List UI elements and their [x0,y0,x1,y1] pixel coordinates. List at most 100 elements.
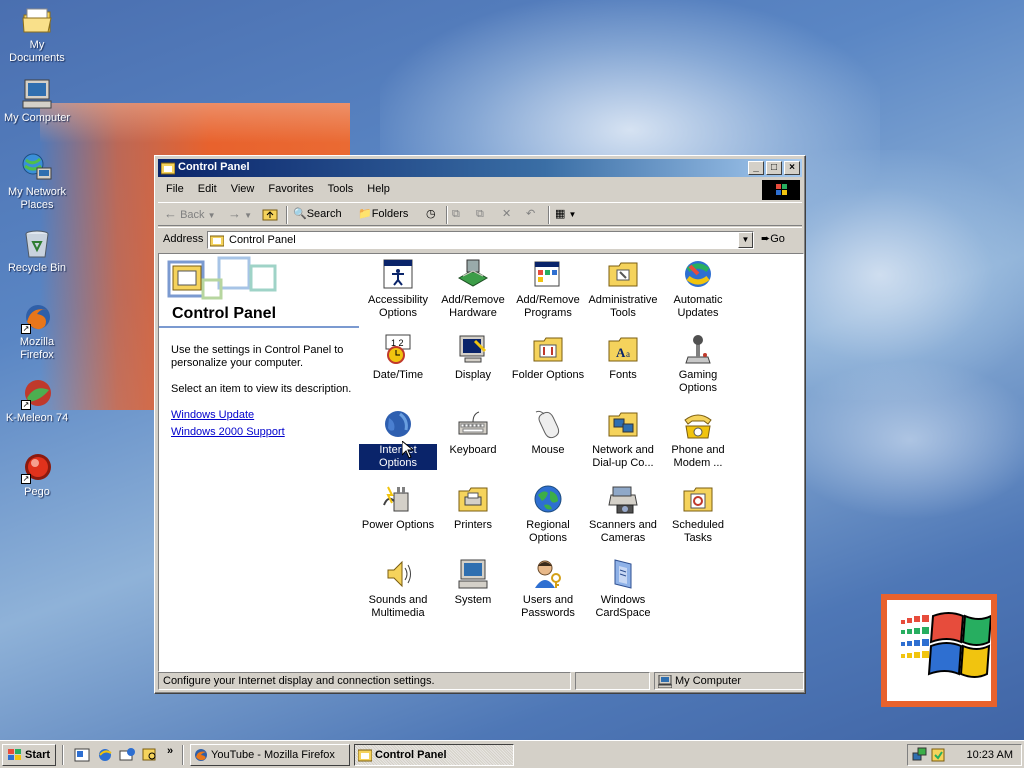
printers-folder-icon [457,483,489,515]
cp-item-windows-cardspace[interactable]: Windows CardSpace [584,558,662,620]
desktop-icon-pego[interactable]: ↗ Pego [0,452,74,499]
fonts-folder-icon: Aa [607,333,639,365]
taskbar-button-control-panel[interactable]: Control Panel [354,744,514,766]
status-bar: Configure your Internet display and conn… [158,672,804,690]
cp-item-system[interactable]: System [434,558,512,607]
desktop-icon-my-computer[interactable]: My Computer [0,78,74,125]
svg-text:a: a [626,349,630,359]
taskbar-button-firefox[interactable]: YouTube - Mozilla Firefox [190,744,350,766]
control-panel-window[interactable]: Control Panel _ □ × File Edit View Favorite… [154,155,806,694]
back-arrow-icon: ← [164,206,177,221]
keyboard-icon [457,408,489,440]
power-plug-icon [382,483,414,515]
internet-explorer-icon[interactable] [97,747,113,763]
go-button[interactable]: ➨Go [761,232,785,245]
back-button[interactable]: ← Back ▼ [164,206,216,224]
delete-button[interactable]: ✕ [502,206,511,224]
cp-item-administrative-tools[interactable]: Administrative Tools [584,258,662,320]
undo-icon: ↶ [526,208,536,220]
computer-icon [21,78,53,110]
status-panel-empty [575,672,650,690]
network-connection-icon[interactable] [912,747,928,763]
desktop-icon-my-network-places[interactable]: My Network Places [0,152,74,212]
cp-item-scanners-and-cameras[interactable]: Scanners and Cameras [584,483,662,545]
folders-button[interactable]: 📁Folders [358,206,408,224]
network-globe-icon [21,152,53,184]
windows-update-link[interactable]: Windows Update [171,409,254,421]
internet-globe-icon [382,408,414,440]
cardspace-icon [607,558,639,590]
windows-flag-icon [762,180,800,200]
desktop-icon-mozilla-firefox[interactable]: ↗ Mozilla Firefox [0,302,74,362]
cp-item-accessibility-options[interactable]: Accessibility Options [359,258,437,320]
desktop-icon-k-meleon[interactable]: ↗ K-Meleon 74 [0,378,74,425]
cp-item-date-time[interactable]: 1 2 Date/Time [359,333,437,382]
telephone-icon [682,408,714,440]
regional-globe-icon [532,483,564,515]
menu-favorites[interactable]: Favorites [260,180,319,195]
cp-item-printers[interactable]: Printers [434,483,512,532]
cp-item-add-remove-hardware[interactable]: Add/Remove Hardware [434,258,512,320]
clock[interactable]: 10:23 AM [967,749,1013,761]
cp-item-internet-options[interactable]: Internet Options [358,408,438,471]
history-button[interactable]: ◷ [426,206,436,224]
copy-to-icon: ⧉ [476,208,484,220]
desktop-icon-my-documents[interactable]: My Documents [0,5,74,65]
views-button[interactable]: ▦ ▼ [555,206,576,224]
move-to-button[interactable]: ⧉ [452,206,460,224]
search-button[interactable]: 🔍Search [293,206,342,224]
start-button[interactable]: Start [2,744,56,766]
cp-item-mouse[interactable]: Mouse [509,408,587,457]
cp-item-phone-and-modem[interactable]: Phone and Modem ... [659,408,737,470]
scheduled-tasks-folder-icon [682,483,714,515]
menu-edit[interactable]: Edit [190,180,223,195]
windows-2000-support-link[interactable]: Windows 2000 Support [171,426,285,438]
windows-flag-icon [8,749,21,760]
network-folder-icon [607,408,639,440]
explorer-search-icon[interactable] [142,747,158,763]
cp-item-add-remove-programs[interactable]: Add/Remove Programs [509,258,587,320]
cp-item-scheduled-tasks[interactable]: Scheduled Tasks [659,483,737,545]
title-bar[interactable]: Control Panel _ □ × [158,159,802,177]
folder-icon [21,5,53,37]
minimize-button[interactable]: _ [748,161,764,175]
left-info-pane: Control Panel Use the settings in Contro… [159,254,359,671]
folders-icon: 📁 [358,208,372,220]
cp-item-sounds-and-multimedia[interactable]: Sounds and Multimedia [359,558,437,620]
menu-help[interactable]: Help [359,180,396,195]
address-field[interactable]: Control Panel ▼ [207,231,754,249]
cp-item-users-and-passwords[interactable]: Users and Passwords [509,558,587,620]
updates-shield-icon[interactable] [930,747,946,763]
left-pane-hint: Select an item to view its description. [171,383,352,395]
cp-item-power-options[interactable]: Power Options [359,483,437,532]
cp-item-network-dialup[interactable]: Network and Dial-up Co... [584,408,662,470]
close-button[interactable]: × [784,161,800,175]
quick-launch-chevron[interactable]: » [167,745,173,757]
desktop-icon-recycle-bin[interactable]: Recycle Bin [0,228,74,275]
menu-tools[interactable]: Tools [320,180,360,195]
cp-item-folder-options[interactable]: Folder Options [509,333,587,382]
cp-item-fonts[interactable]: Aa Fonts [584,333,662,382]
system-computer-icon [457,558,489,590]
cp-item-keyboard[interactable]: Keyboard [434,408,512,457]
users-key-icon [532,558,564,590]
control-panel-icon [210,235,224,247]
address-dropdown-button[interactable]: ▼ [738,232,753,248]
undo-button[interactable]: ↶ [526,206,535,224]
cp-item-regional-options[interactable]: Regional Options [509,483,587,545]
folder-options-icon [532,333,564,365]
menu-view[interactable]: View [223,180,261,195]
desktop-icon-label: My Computer [3,112,71,124]
show-desktop-icon[interactable] [74,747,90,763]
menu-file[interactable]: File [158,180,190,195]
maximize-button[interactable]: □ [766,161,782,175]
forward-button[interactable]: → ▼ [228,206,252,224]
cp-item-display[interactable]: Display [434,333,512,382]
up-folder-button[interactable] [262,206,278,224]
cp-item-automatic-updates[interactable]: Automatic Updates [659,258,737,320]
copy-to-button[interactable]: ⧉ [476,206,484,224]
views-grid-icon: ▦ [555,208,566,220]
cp-item-gaming-options[interactable]: Gaming Options [659,333,737,395]
address-value: Control Panel [229,234,296,246]
outlook-express-icon[interactable] [119,747,135,763]
